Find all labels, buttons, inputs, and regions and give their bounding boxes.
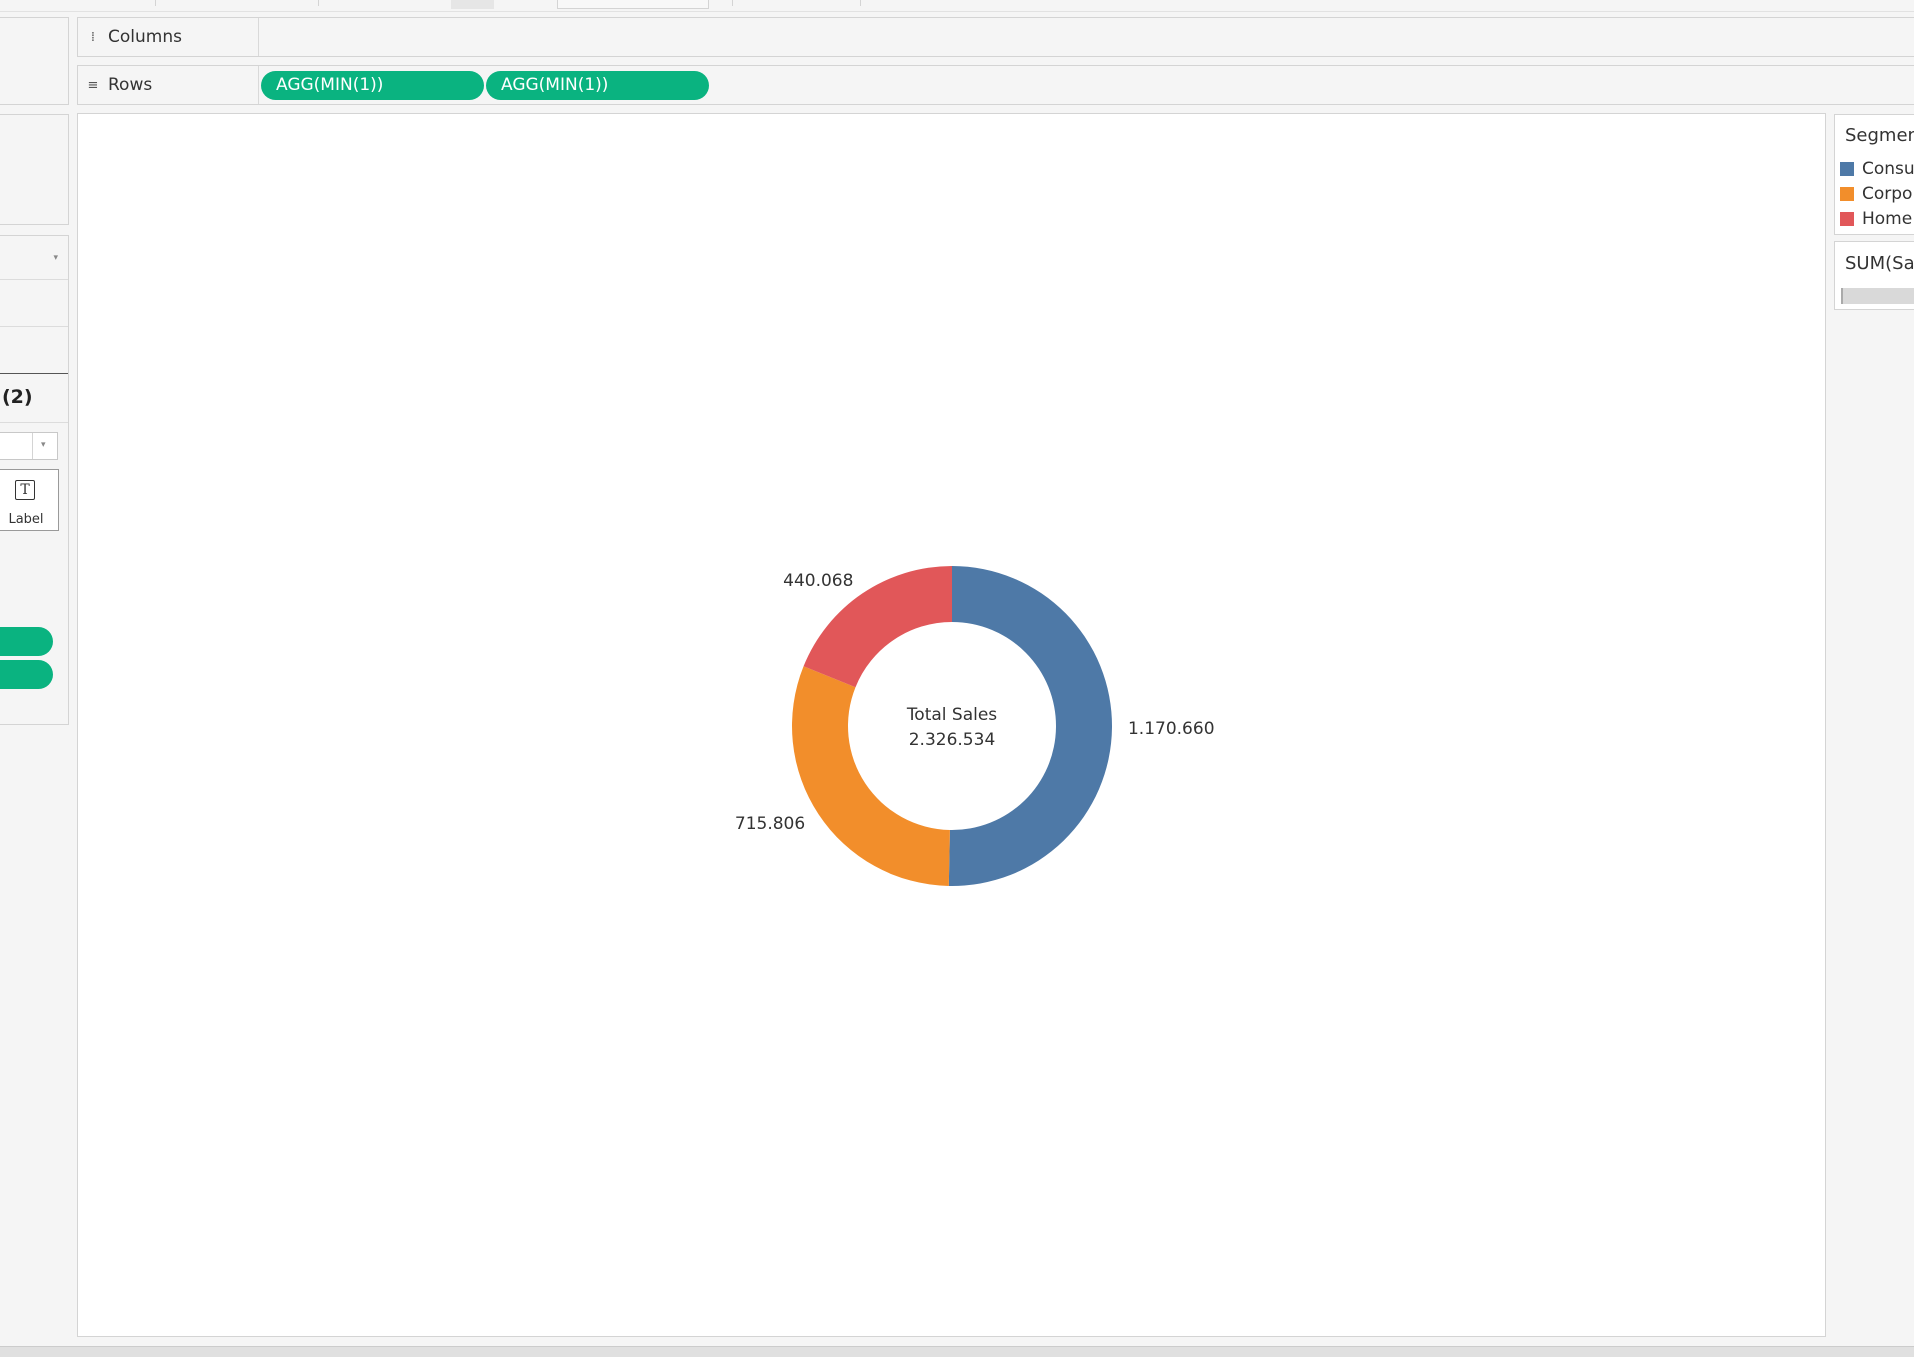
toolbar-dropdown[interactable] <box>557 0 709 9</box>
legend-item-label: Corporate <box>1862 184 1914 204</box>
label-button[interactable]: T Label <box>0 469 59 531</box>
toolbar-divider <box>732 0 733 6</box>
slice-consumer[interactable] <box>948 566 1112 886</box>
pages-card <box>0 17 69 105</box>
rows-shelf-title: ≡ Rows <box>78 66 259 104</box>
center-value: 2.326.534 <box>909 730 996 750</box>
columns-shelf-title: ⁞ Columns <box>78 18 259 56</box>
value-label-consumer: 1.170.660 <box>1128 719 1215 739</box>
columns-icon: ⁞ <box>90 29 96 45</box>
legend-title: Segment <box>1845 125 1914 146</box>
rows-pill[interactable]: AGG(MIN(1)) <box>486 71 709 100</box>
marks-card-title: (2) <box>2 386 33 408</box>
legend-item-corporate[interactable]: Corporate <box>1840 183 1914 205</box>
size-legend[interactable]: SUM(Sales) <box>1834 241 1914 310</box>
rows-label: Rows <box>108 75 153 95</box>
mark-type-dropdown[interactable]: ▾ <box>0 432 58 460</box>
visualization-view[interactable]: 1.170.660 715.806 440.068 Total Sales 2.326.… <box>77 113 1826 1337</box>
legend-item-consumer[interactable]: Consumer <box>1840 158 1914 180</box>
toolbar-divider <box>860 0 861 6</box>
marks-pill[interactable] <box>0 627 53 656</box>
slice-corporate[interactable] <box>792 666 950 886</box>
marks-all-row[interactable]: ▾ <box>0 236 68 279</box>
marks-pane-row[interactable] <box>0 280 68 326</box>
chevron-down-icon[interactable]: ▾ <box>41 440 46 450</box>
top-toolbar-strip <box>0 0 1914 12</box>
legend-item-home-office[interactable]: Home Office <box>1840 208 1914 230</box>
color-swatch <box>1840 212 1854 226</box>
donut-chart[interactable]: 1.170.660 715.806 440.068 Total Sales 2.326.… <box>78 114 1825 1336</box>
value-label-corporate: 715.806 <box>735 814 805 834</box>
center-label: Total Sales <box>906 705 997 725</box>
chevron-down-icon[interactable]: ▾ <box>53 253 58 263</box>
size-legend-bar <box>1841 288 1914 304</box>
divider <box>0 422 68 423</box>
legend-item-label: Consumer <box>1862 159 1914 179</box>
size-legend-title: SUM(Sales) <box>1845 253 1914 274</box>
divider <box>0 326 68 327</box>
columns-shelf[interactable]: ⁞ Columns <box>77 17 1914 57</box>
color-swatch <box>1840 162 1854 176</box>
text-t-icon: T <box>15 480 35 500</box>
toolbar-divider <box>155 0 156 6</box>
status-bar <box>0 1346 1914 1357</box>
color-swatch <box>1840 187 1854 201</box>
marks-card: ▾ (2) ▾ T Label <box>0 235 69 725</box>
columns-label: Columns <box>108 27 182 47</box>
legend-item-label: Home Office <box>1862 209 1914 229</box>
segment-legend[interactable]: Segment Consumer Corporate Home Office <box>1834 114 1914 235</box>
divider <box>32 433 33 459</box>
rows-icon: ≡ <box>87 77 99 93</box>
rows-shelf[interactable]: ≡ Rows AGG(MIN(1)) AGG(MIN(1)) <box>77 65 1914 105</box>
toolbar-tab[interactable] <box>451 0 494 9</box>
filters-card <box>0 114 69 225</box>
toolbar-divider <box>318 0 319 6</box>
marks-pill[interactable] <box>0 660 53 689</box>
value-label-home-office: 440.068 <box>783 571 853 591</box>
label-button-text: Label <box>8 512 44 527</box>
rows-pill[interactable]: AGG(MIN(1)) <box>261 71 484 100</box>
marks-section-border <box>0 373 68 374</box>
